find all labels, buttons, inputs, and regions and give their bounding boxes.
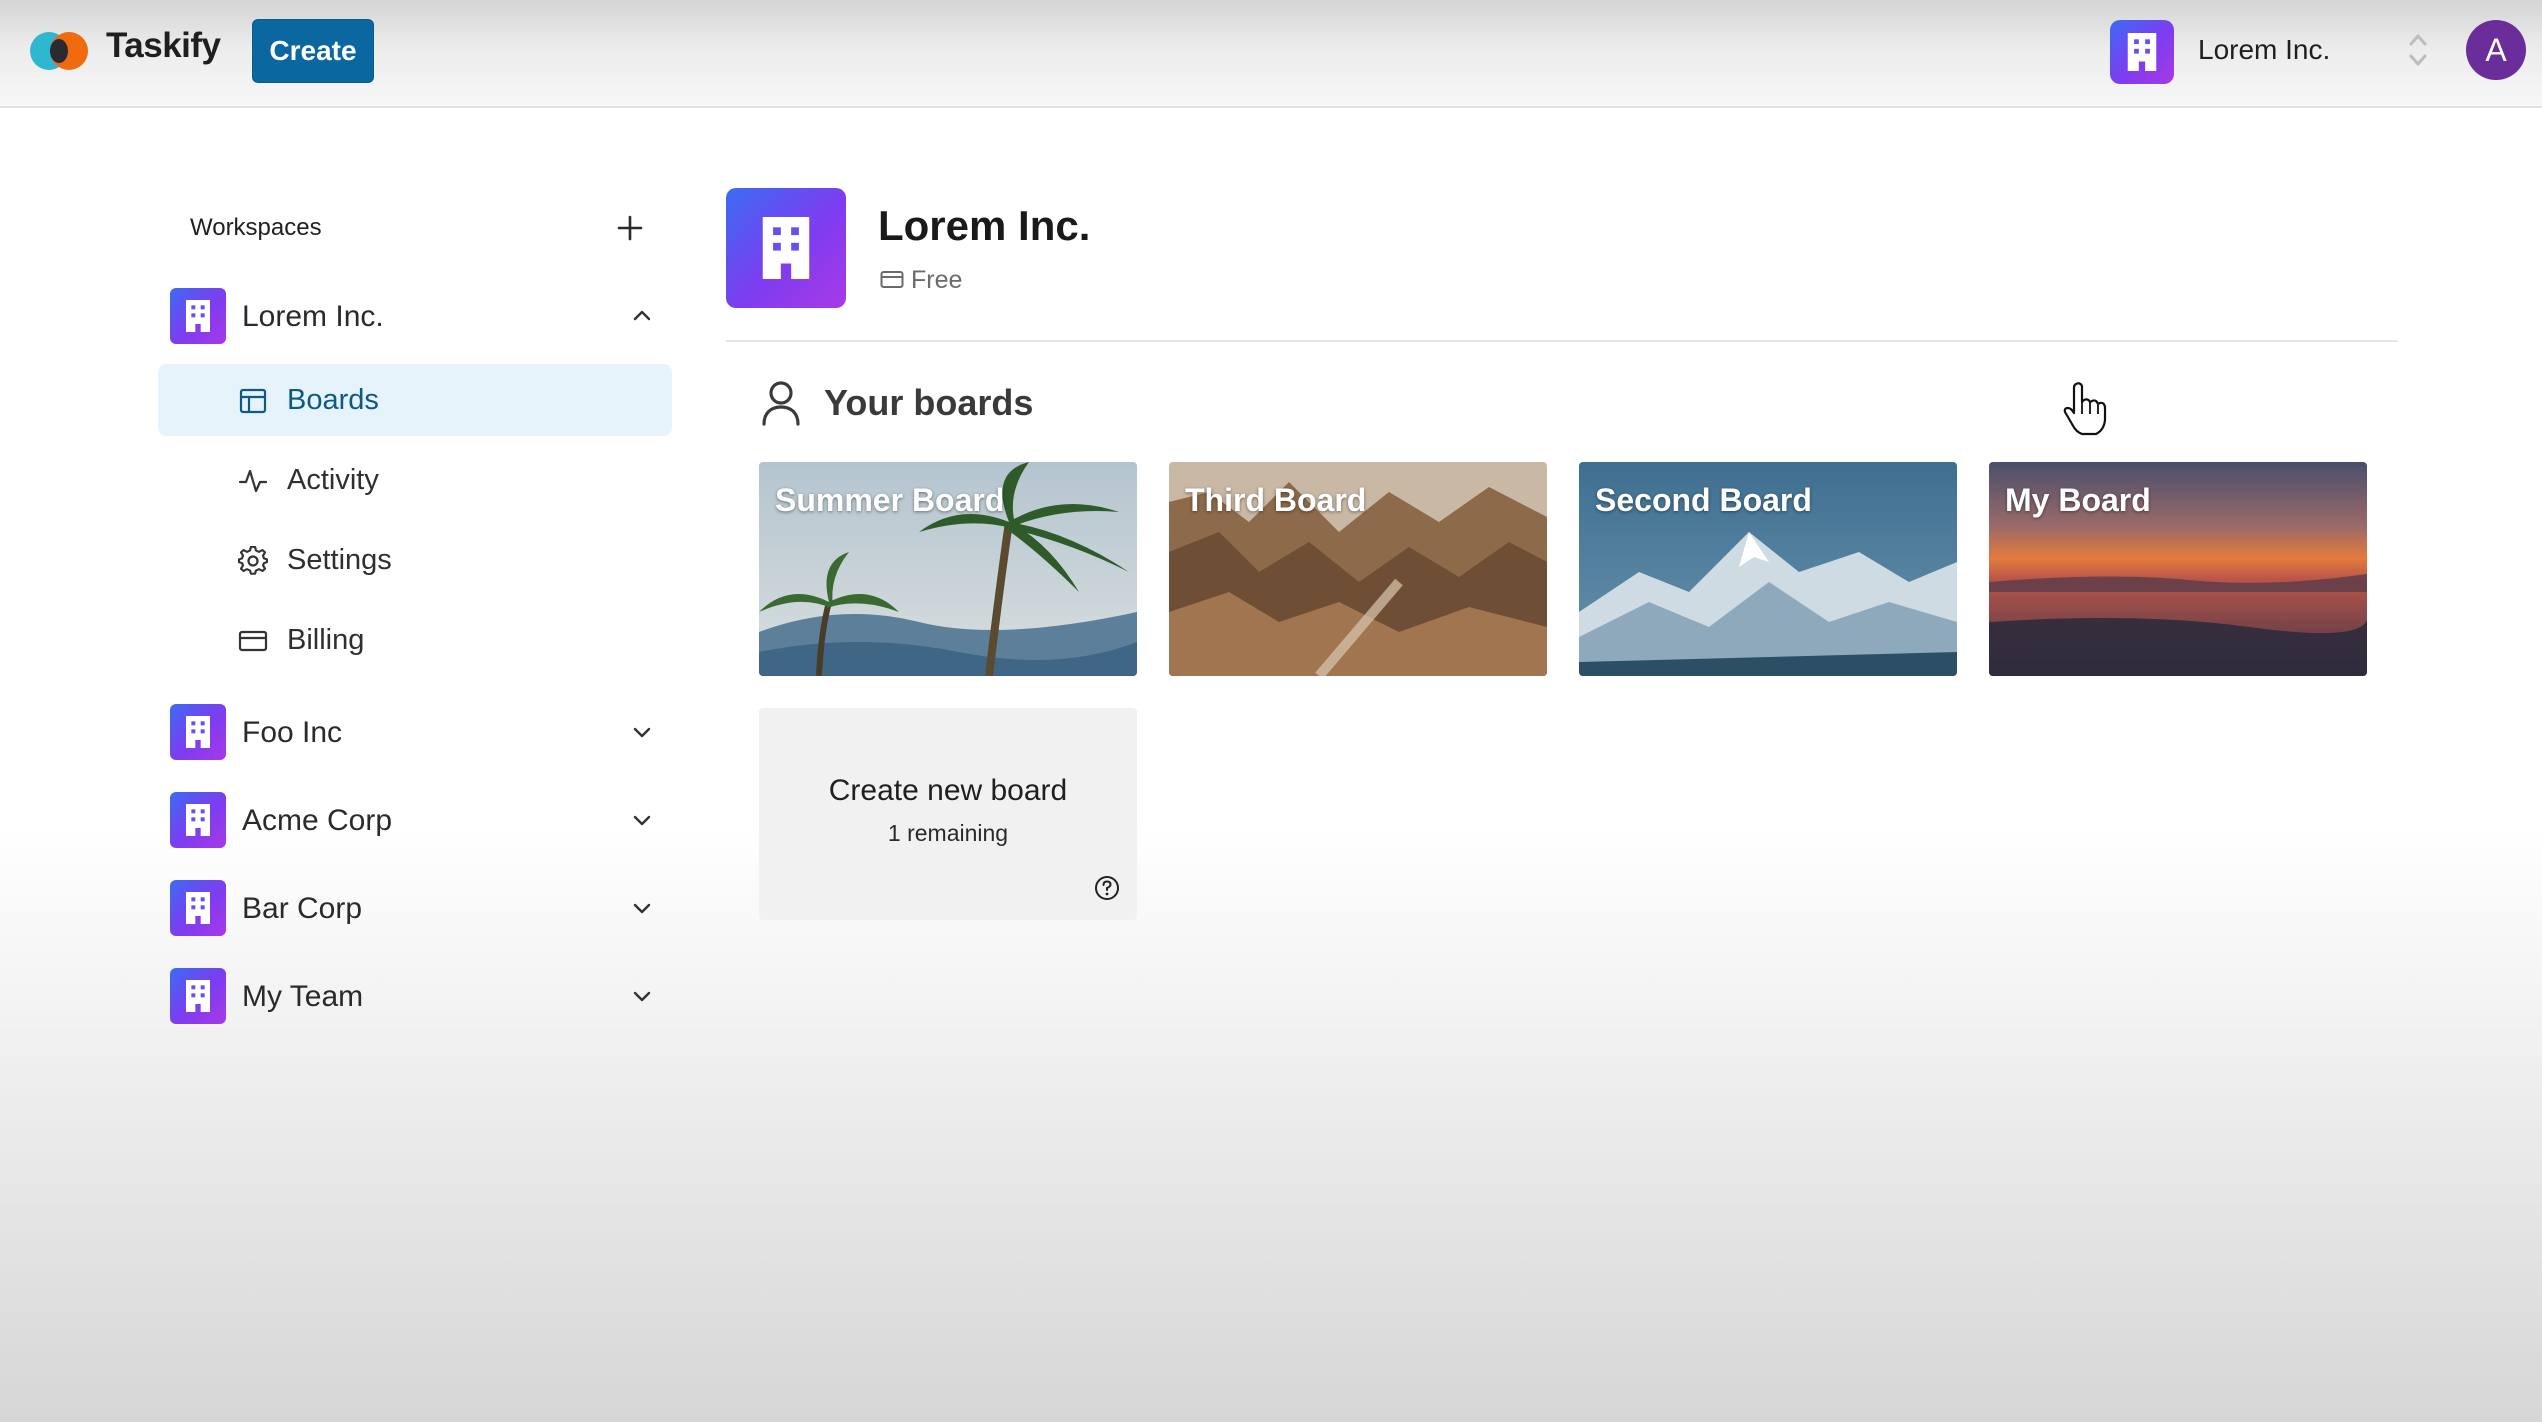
sidebar-item-label: Billing: [287, 624, 365, 656]
sidebar-item-billing[interactable]: Billing: [158, 604, 672, 676]
create-board-label: Create new board: [828, 774, 1068, 807]
building-icon: [170, 880, 226, 936]
board-card-third-board[interactable]: Third Board: [1169, 462, 1547, 676]
organization-title: Lorem Inc.: [878, 202, 1091, 249]
workspace-label: Acme Corp: [242, 804, 393, 837]
organization-switcher[interactable]: Lorem Inc.: [2110, 18, 2450, 84]
sidebar-item-boards[interactable]: Boards: [158, 364, 672, 436]
workspace-item-acme-corp[interactable]: Acme Corp: [168, 790, 668, 850]
board-title: My Board: [2005, 482, 2151, 518]
credit-card-icon: [238, 630, 268, 652]
chevron-down-icon[interactable]: [628, 894, 656, 922]
sidebar-item-settings[interactable]: Settings: [158, 524, 672, 596]
section-title: Your boards: [824, 382, 1034, 423]
user-avatar[interactable]: A: [2466, 20, 2526, 80]
chevron-down-icon[interactable]: [628, 718, 656, 746]
header-divider: [726, 340, 2398, 342]
building-icon: [170, 792, 226, 848]
workspace-item-lorem-inc[interactable]: Lorem Inc.: [168, 286, 668, 346]
taskify-logo-icon[interactable]: [30, 28, 92, 72]
board-card-my-board[interactable]: My Board: [1989, 462, 2367, 676]
workspaces-heading: Workspaces: [190, 214, 322, 241]
sidebar-item-label: Boards: [287, 384, 379, 416]
hand-pointer-cursor-icon: [2063, 382, 2107, 436]
building-icon: [170, 704, 226, 760]
create-new-board-card[interactable]: Create new board 1 remaining: [759, 708, 1137, 920]
organization-logo-building-icon: [726, 188, 846, 308]
workspace-item-bar-corp[interactable]: Bar Corp: [168, 878, 668, 938]
building-icon: [170, 288, 226, 344]
workspace-item-foo-inc[interactable]: Foo Inc: [168, 702, 668, 762]
chevrons-up-down-icon[interactable]: [2406, 30, 2430, 70]
sidebar-item-label: Settings: [287, 544, 392, 576]
board-title: Third Board: [1185, 482, 1367, 518]
layout-icon: [239, 388, 267, 414]
boards-remaining-label: 1 remaining: [887, 820, 1009, 846]
board-title: Summer Board: [775, 482, 1005, 518]
gear-icon: [238, 546, 268, 575]
sidebar-item-label: Activity: [287, 464, 379, 496]
organization-name: Lorem Inc.: [2198, 34, 2331, 65]
plan-label: Free: [911, 266, 963, 294]
board-card-summer-board[interactable]: Summer Board: [759, 462, 1137, 676]
board-card-second-board[interactable]: Second Board: [1579, 462, 1957, 676]
brand-name[interactable]: Taskify: [106, 26, 221, 66]
chevron-down-icon[interactable]: [628, 806, 656, 834]
building-icon: [2110, 20, 2174, 84]
building-icon: [170, 968, 226, 1024]
top-navbar: Taskify Create Lorem Inc. A: [0, 0, 2542, 108]
workspace-item-my-team[interactable]: My Team: [168, 966, 668, 1026]
help-circle-icon[interactable]: [1093, 874, 1121, 902]
workspace-label: Foo Inc: [242, 716, 343, 749]
sidebar-item-activity[interactable]: Activity: [158, 444, 672, 516]
user-icon: [762, 381, 800, 426]
chevron-up-icon[interactable]: [628, 302, 656, 330]
board-title: Second Board: [1595, 482, 1812, 518]
create-button[interactable]: Create: [252, 19, 374, 83]
chevron-down-icon[interactable]: [628, 982, 656, 1010]
workspace-label: Bar Corp: [242, 892, 363, 925]
add-workspace-plus-icon[interactable]: [612, 210, 648, 246]
workspace-label: My Team: [242, 980, 364, 1013]
workspace-label: Lorem Inc.: [242, 300, 384, 333]
activity-icon: [238, 469, 268, 493]
credit-card-icon: [880, 271, 904, 288]
